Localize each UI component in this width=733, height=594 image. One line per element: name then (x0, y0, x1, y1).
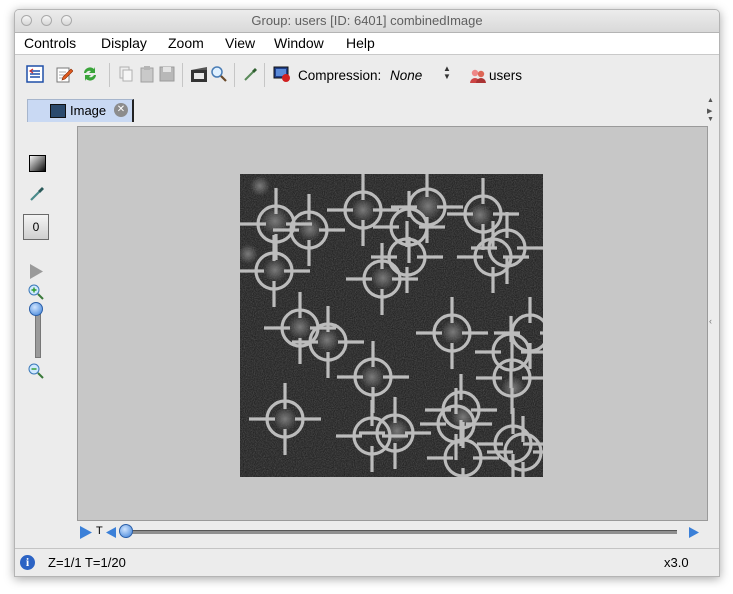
menu-help[interactable]: Help (346, 33, 375, 54)
zoom-factor: x3.0 (664, 555, 689, 570)
menu-display[interactable]: Display (101, 33, 147, 54)
scroll-down-icon[interactable]: ▼ (707, 116, 714, 123)
split-handle-icon[interactable]: ‹ (709, 316, 712, 326)
menu-window[interactable]: Window (274, 33, 324, 54)
zoom-slider-knob[interactable] (29, 302, 43, 316)
toolbar: Compression: None ▲ ▼ users (15, 55, 719, 95)
image-compression-icon[interactable] (273, 65, 291, 83)
time-slider-knob[interactable] (119, 524, 133, 538)
tab-image-label: Image (70, 103, 107, 118)
menu-controls[interactable]: Controls (24, 33, 76, 54)
time-playbar: T (15, 522, 719, 548)
zoom-in-icon[interactable] (28, 284, 44, 303)
menu-bar: Controls Display Zoom View Window Help (15, 33, 719, 55)
status-bar: i Z=1/1 T=1/20 x3.0 (15, 548, 719, 576)
title-bar: Group: users [ID: 6401] combinedImage (15, 10, 719, 33)
users-icon[interactable] (469, 68, 487, 87)
metadata-icon[interactable] (26, 65, 44, 83)
image-icon (50, 104, 66, 118)
toolbar-separator (264, 63, 265, 87)
play-z-icon[interactable] (29, 263, 44, 283)
toolbar-separator (182, 63, 183, 87)
scroll-right-icon[interactable]: ▶ (707, 107, 712, 115)
tab-image[interactable]: Image ✕ (27, 99, 134, 122)
menu-zoom[interactable]: Zoom (168, 33, 204, 54)
group-label[interactable]: users (489, 68, 522, 83)
zoom-window-button[interactable] (61, 15, 72, 26)
compression-select[interactable]: None (390, 68, 422, 83)
scroll-up-icon[interactable]: ▲ (707, 97, 714, 104)
close-icon[interactable]: ✕ (114, 103, 128, 117)
t-label: T (96, 525, 103, 537)
status-text: Z=1/1 T=1/20 (48, 555, 126, 570)
movie-icon[interactable] (190, 65, 208, 83)
edit-icon[interactable] (55, 65, 74, 83)
zoom-out-icon[interactable] (28, 363, 44, 382)
step-forward-icon[interactable] (688, 526, 700, 542)
paste-icon[interactable] (138, 65, 156, 83)
chevron-updown-icon[interactable]: ▲ ▼ (443, 65, 451, 81)
refresh-icon[interactable] (81, 65, 99, 83)
toolbar-separator (234, 63, 235, 87)
side-controls: 0 (15, 122, 75, 522)
info-icon[interactable]: i (20, 555, 35, 570)
save-icon[interactable] (158, 65, 176, 83)
image-canvas[interactable] (236, 169, 568, 496)
app-window: Group: users [ID: 6401] combinedImage Co… (14, 9, 720, 577)
pipette-icon[interactable] (242, 65, 260, 83)
close-window-button[interactable] (21, 15, 32, 26)
microscopy-image (236, 169, 568, 496)
time-slider-track[interactable] (121, 530, 677, 534)
magnify-icon[interactable] (210, 65, 228, 83)
window-title: Group: users [ID: 6401] combinedImage (251, 13, 483, 28)
play-t-icon[interactable] (79, 525, 93, 543)
tab-bar: Image ✕ ▲ ▶ ▼ (15, 96, 719, 123)
menu-view[interactable]: View (225, 33, 255, 54)
toolbar-separator (109, 63, 110, 87)
channel-toggle-icon[interactable] (29, 155, 46, 175)
compression-label: Compression: (298, 68, 382, 83)
minimize-window-button[interactable] (41, 15, 52, 26)
copy-icon[interactable] (117, 65, 135, 83)
step-back-icon[interactable] (105, 526, 117, 542)
channel-button[interactable]: 0 (23, 214, 49, 240)
color-picker-icon[interactable] (29, 185, 46, 205)
